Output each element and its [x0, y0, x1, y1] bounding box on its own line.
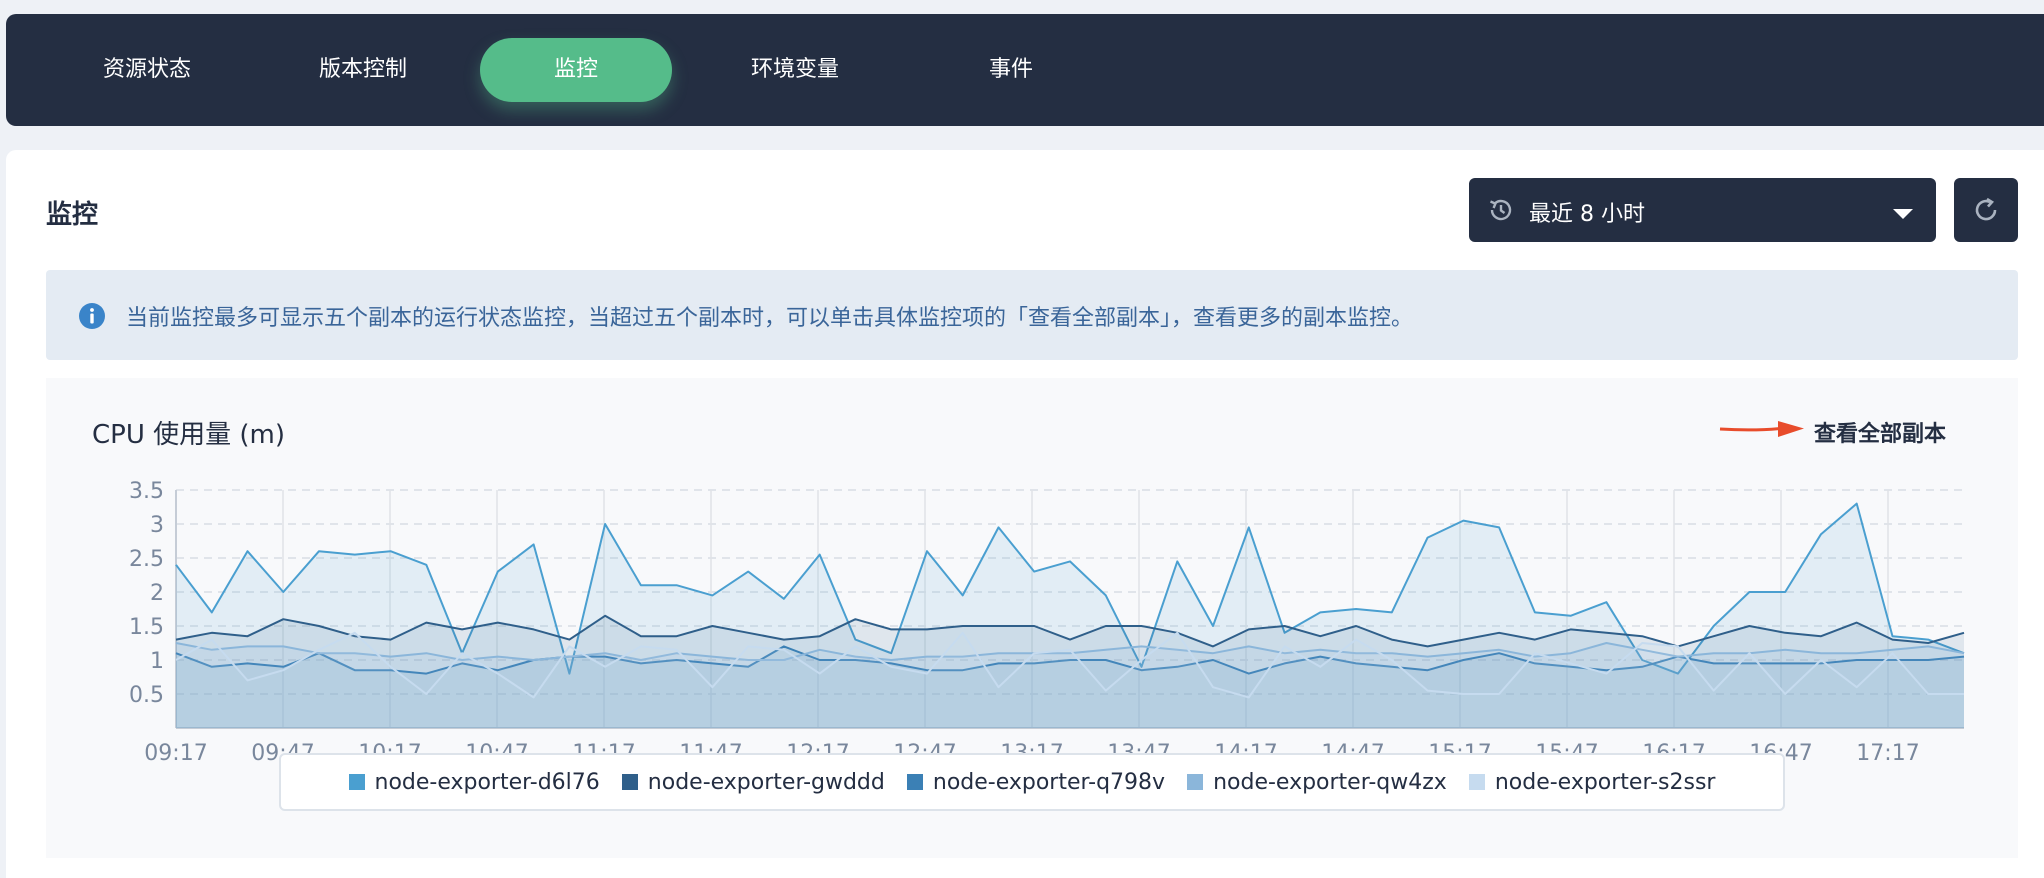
legend-label: node-exporter-s2ssr: [1494, 769, 1716, 795]
info-icon: [78, 302, 106, 334]
time-range-select[interactable]: 最近 8 小时: [1469, 178, 1936, 242]
y-tick-label: 0.5: [129, 683, 164, 708]
chart-legend: node-exporter-d6l76 node-exporter-gwddd no…: [279, 753, 1785, 811]
y-tick-label: 1: [150, 649, 164, 674]
legend-swatch: [1187, 774, 1204, 790]
y-tick-label: 2.5: [129, 547, 164, 572]
y-tick-label: 2: [150, 581, 164, 606]
legend-label: node-exporter-d6l76: [374, 769, 600, 795]
tab-monitoring[interactable]: 监控: [480, 38, 672, 102]
tab-version-control[interactable]: 版本控制: [268, 38, 458, 102]
legend-item-node-exporter-qw4zx[interactable]: node-exporter-qw4zx: [1187, 770, 1447, 795]
arrow-right-icon: [1718, 418, 1808, 444]
cpu-chart-card: 0.511.522.533.509:1709:4710:1710:4711:17…: [46, 378, 2018, 858]
legend-swatch: [348, 774, 365, 790]
legend-swatch: [1468, 774, 1485, 790]
x-tick-label: 09:17: [144, 741, 207, 766]
legend-swatch: [621, 774, 638, 790]
chart-title: CPU 使用量 (m): [92, 420, 286, 450]
tab-environment-variables[interactable]: 环境变量: [700, 38, 890, 102]
caret-down-icon: [1893, 206, 1913, 225]
history-clock-icon: [1487, 196, 1515, 228]
tab-events[interactable]: 事件: [916, 38, 1106, 102]
legend-swatch: [906, 774, 923, 790]
time-range-value: 最近 8 小时: [1529, 202, 1645, 227]
x-tick-label: 17:17: [1856, 741, 1919, 766]
info-notice: 当前监控最多可显示五个副本的运行状态监控，当超过五个副本时，可以单击具体监控项的…: [46, 270, 2018, 360]
notice-text: 当前监控最多可显示五个副本的运行状态监控，当超过五个副本时，可以单击具体监控项的…: [126, 306, 1414, 331]
refresh-button[interactable]: [1954, 178, 2018, 242]
legend-item-node-exporter-s2ssr[interactable]: node-exporter-s2ssr: [1468, 769, 1716, 795]
legend-label: node-exporter-q798v: [932, 769, 1166, 795]
legend-label: node-exporter-qw4zx: [1213, 769, 1447, 795]
y-tick-label: 3: [150, 513, 164, 538]
tab-bar: 资源状态 版本控制 监控 环境变量 事件: [6, 14, 2044, 126]
y-tick-label: 3.5: [129, 479, 164, 504]
legend-item-node-exporter-gwddd[interactable]: node-exporter-gwddd: [621, 769, 885, 795]
legend-item-node-exporter-d6l76[interactable]: node-exporter-d6l76: [348, 769, 600, 795]
refresh-icon: [1975, 197, 1997, 221]
view-all-replicas-link[interactable]: 查看全部副本: [1814, 416, 1946, 448]
y-tick-label: 1.5: [129, 615, 164, 640]
tab-resource-status[interactable]: 资源状态: [52, 38, 242, 102]
legend-label: node-exporter-gwddd: [647, 769, 885, 795]
legend-item-node-exporter-q798v[interactable]: node-exporter-q798v: [906, 769, 1166, 795]
panel-title: 监控: [46, 200, 99, 230]
monitoring-panel: 监控 最近 8 小时 当前监控最多可显示五个副本的运行状态监控，当超过五个副本时…: [6, 150, 2044, 878]
